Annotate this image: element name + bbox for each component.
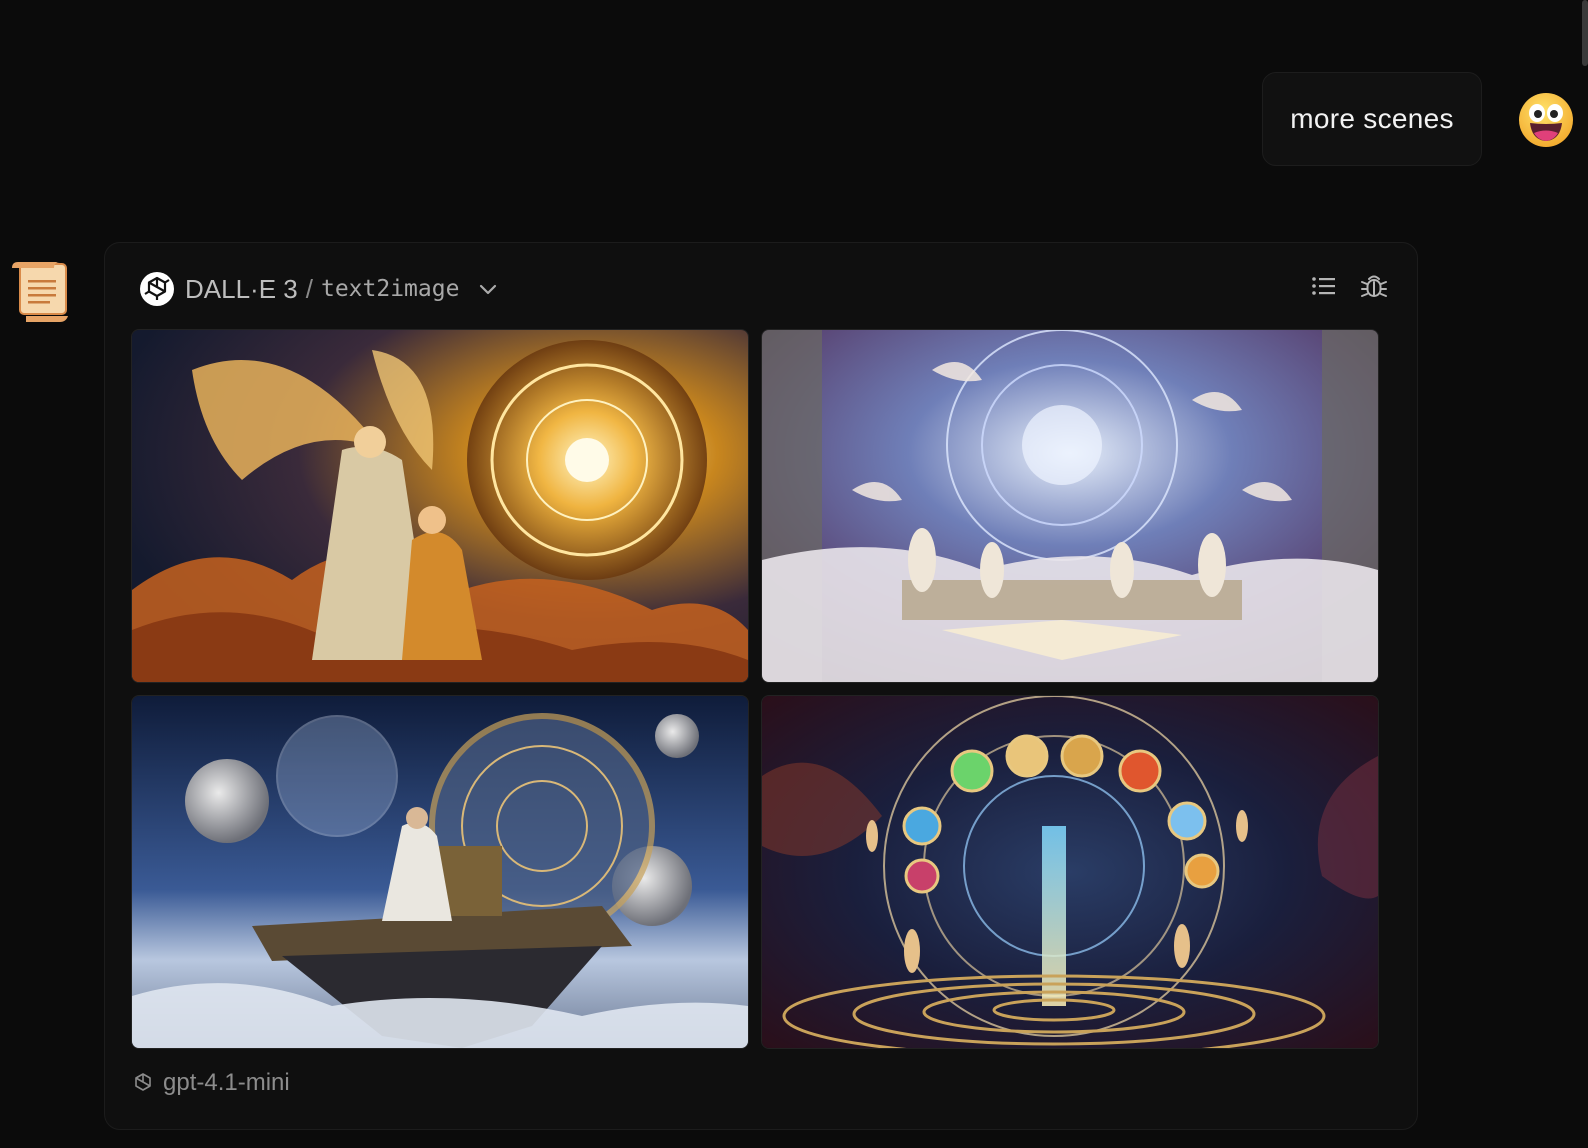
- chevron-down-icon[interactable]: [477, 278, 499, 300]
- model-name: DALL·E 3: [185, 273, 298, 304]
- user-avatar-grinning-face-icon: [1518, 92, 1574, 148]
- image-generation-card: DALL·E 3 / text2image gpt-4.1-mini: [104, 242, 1418, 1130]
- card-header: DALL·E 3 / text2image: [139, 269, 499, 309]
- separator: /: [305, 273, 313, 304]
- card-actions: [1309, 271, 1389, 301]
- user-message-text: more scenes: [1290, 103, 1454, 134]
- assistant-avatar-scroll-icon: [8, 260, 72, 322]
- footer-model-name: gpt-4.1-mini: [163, 1069, 290, 1096]
- user-message-bubble: more scenes: [1262, 72, 1482, 166]
- generated-image-1[interactable]: [131, 329, 749, 683]
- list-icon[interactable]: [1309, 271, 1339, 301]
- openai-logo-icon: [135, 1073, 151, 1091]
- generated-image-4[interactable]: [761, 695, 1379, 1049]
- card-footer: gpt-4.1-mini: [131, 1069, 290, 1097]
- bug-icon[interactable]: [1359, 271, 1389, 301]
- generated-image-3[interactable]: [131, 695, 749, 1049]
- image-grid: [131, 329, 1379, 1049]
- task-name: text2image: [320, 276, 460, 302]
- scrollbar-thumb[interactable]: [1582, 0, 1588, 66]
- generated-image-2[interactable]: [761, 329, 1379, 683]
- openai-logo-icon: [140, 272, 174, 306]
